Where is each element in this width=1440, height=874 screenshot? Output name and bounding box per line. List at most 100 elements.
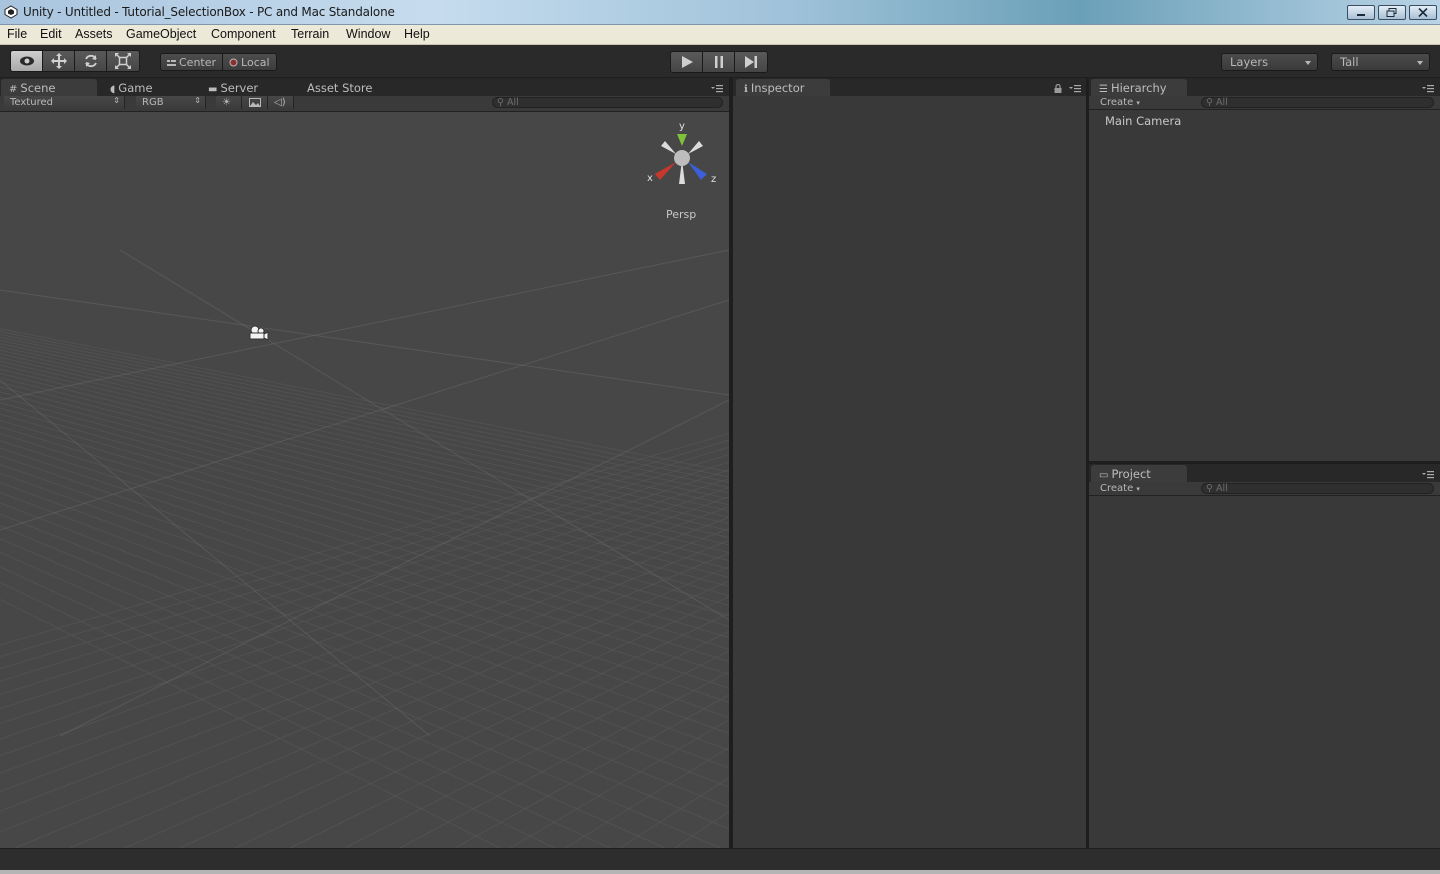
tab-inspector[interactable]: ℹ Inspector — [736, 79, 830, 96]
scene-viewport[interactable] — [0, 112, 729, 848]
unity-logo-icon — [4, 5, 18, 19]
menu-terrain[interactable]: Terrain — [291, 27, 329, 41]
step-button[interactable] — [735, 52, 767, 72]
color-mode-dropdown[interactable]: RGB ⇕ — [136, 96, 206, 109]
tab-server[interactable]: ▬ Server — [200, 79, 294, 96]
maximize-button[interactable] — [1378, 5, 1406, 20]
panel-menu-icon[interactable] — [1069, 84, 1081, 93]
hierarchy-search-placeholder: All — [1216, 97, 1228, 108]
tab-project[interactable]: ▭ Project — [1091, 465, 1187, 482]
list-icon: ☰ — [1099, 84, 1108, 95]
color-mode-label: RGB — [142, 97, 164, 108]
scene-fx-toggle[interactable] — [242, 96, 268, 109]
step-icon — [745, 56, 757, 68]
layers-dropdown[interactable]: Layers — [1221, 53, 1318, 71]
pivot-local-button[interactable]: Local — [223, 54, 276, 70]
lock-icon[interactable] — [1054, 84, 1062, 93]
layout-label: Tall — [1340, 55, 1359, 69]
scene-orientation-gizmo[interactable]: y x z — [643, 118, 723, 193]
move-icon — [51, 53, 67, 69]
menu-file[interactable]: File — [7, 27, 27, 41]
menu-bar: File Edit Assets GameObject Component Te… — [0, 25, 1440, 45]
panel-menu-icon[interactable] — [1422, 84, 1434, 93]
view-tool-button[interactable] — [11, 51, 43, 71]
project-search-input[interactable]: ⚲ All — [1201, 483, 1434, 494]
tab-hierarchy[interactable]: ☰ Hierarchy — [1091, 79, 1187, 96]
gizmo-z-label: z — [711, 174, 716, 185]
render-mode-dropdown[interactable]: Textured ⇕ — [4, 96, 125, 109]
menu-window[interactable]: Window — [346, 27, 390, 41]
pivot-local-label: Local — [241, 56, 270, 69]
menu-help[interactable]: Help — [404, 27, 430, 41]
gizmo-neg-z-axis[interactable] — [661, 141, 676, 154]
search-icon: ⚲ — [1206, 483, 1213, 494]
scene-tabstrip: # Scene ◖ Game ▬ Server Asset Store — [0, 78, 729, 96]
transform-tools — [10, 50, 140, 72]
menu-edit[interactable]: Edit — [40, 27, 62, 41]
camera-gizmo-icon[interactable] — [247, 324, 269, 341]
project-create-button[interactable]: Create ▾ — [1094, 482, 1150, 495]
scene-search-placeholder: All — [507, 97, 519, 108]
pause-icon — [715, 56, 723, 68]
pause-button[interactable] — [703, 52, 735, 72]
gizmo-x-axis[interactable] — [655, 162, 676, 180]
close-button[interactable] — [1409, 5, 1437, 20]
move-tool-button[interactable] — [43, 51, 75, 71]
folder-icon: ▭ — [1099, 470, 1109, 481]
panel-menu-icon[interactable] — [1422, 470, 1434, 479]
menu-assets[interactable]: Assets — [75, 27, 113, 41]
layout-dropdown[interactable]: Tall — [1331, 53, 1430, 71]
scene-audio-toggle[interactable]: ◁) — [268, 96, 294, 109]
project-body — [1089, 496, 1440, 848]
inspector-body — [733, 96, 1086, 848]
minimize-button[interactable] — [1347, 5, 1375, 20]
gizmo-y-label: y — [679, 121, 685, 132]
project-search-placeholder: All — [1216, 483, 1228, 494]
scene-control-bar: Textured ⇕ RGB ⇕ ☀ ◁) ⚲ All — [0, 96, 729, 112]
hierarchy-create-button[interactable]: Create ▾ — [1094, 96, 1150, 109]
info-icon: ℹ — [744, 84, 748, 95]
chevron-down-icon — [1417, 61, 1423, 65]
tab-hierarchy-label: Hierarchy — [1110, 81, 1167, 95]
speaker-icon: ◁) — [274, 97, 286, 108]
server-icon: ▬ — [208, 84, 218, 95]
chevron-down-icon — [1305, 61, 1311, 65]
restore-icon — [1386, 8, 1397, 17]
panel-menu-icon[interactable] — [711, 84, 723, 93]
projection-label[interactable]: Persp — [666, 208, 696, 221]
tab-server-label: Server — [220, 81, 259, 95]
tab-asset-store[interactable]: Asset Store — [299, 79, 389, 96]
rotate-tool-button[interactable] — [75, 51, 107, 71]
hierarchy-item-main-camera[interactable]: Main Camera — [1105, 114, 1181, 128]
title-bar: Unity - Untitled - Tutorial_SelectionBox… — [0, 0, 1440, 25]
tab-game-label: Game — [118, 81, 153, 95]
image-icon — [249, 98, 261, 107]
eye-icon — [20, 56, 34, 66]
pivot-toggle-group: Center Local — [160, 53, 277, 71]
scene-search-input[interactable]: ⚲ All — [492, 97, 723, 108]
grid-icon: # — [9, 84, 18, 95]
gizmo-z-axis[interactable] — [688, 162, 707, 180]
sun-icon: ☀ — [222, 97, 231, 108]
hierarchy-search-input[interactable]: ⚲ All — [1201, 97, 1434, 108]
local-rotation-icon — [229, 58, 238, 67]
play-button[interactable] — [671, 52, 703, 72]
pivot-center-button[interactable]: Center — [161, 54, 224, 70]
hierarchy-tabstrip: ☰ Hierarchy — [1089, 78, 1440, 96]
gizmo-center[interactable] — [674, 150, 690, 166]
tab-project-label: Project — [1111, 467, 1151, 481]
taskbar-strip — [0, 870, 1440, 874]
hierarchy-control-bar: Create ▾ ⚲ All — [1089, 96, 1440, 110]
updown-icon: ⇕ — [113, 96, 120, 105]
gizmo-neg-x-axis[interactable] — [688, 141, 703, 154]
tab-asset-store-label: Asset Store — [307, 81, 373, 95]
gizmo-y-axis[interactable] — [677, 134, 687, 146]
tab-scene[interactable]: # Scene — [1, 79, 97, 96]
menu-gameobject[interactable]: GameObject — [126, 27, 196, 41]
play-icon — [682, 56, 693, 68]
scale-tool-button[interactable] — [107, 51, 139, 71]
tab-game[interactable]: ◖ Game — [102, 79, 192, 96]
close-icon — [1418, 8, 1428, 17]
scene-lighting-toggle[interactable]: ☀ — [216, 96, 242, 109]
menu-component[interactable]: Component — [211, 27, 276, 41]
